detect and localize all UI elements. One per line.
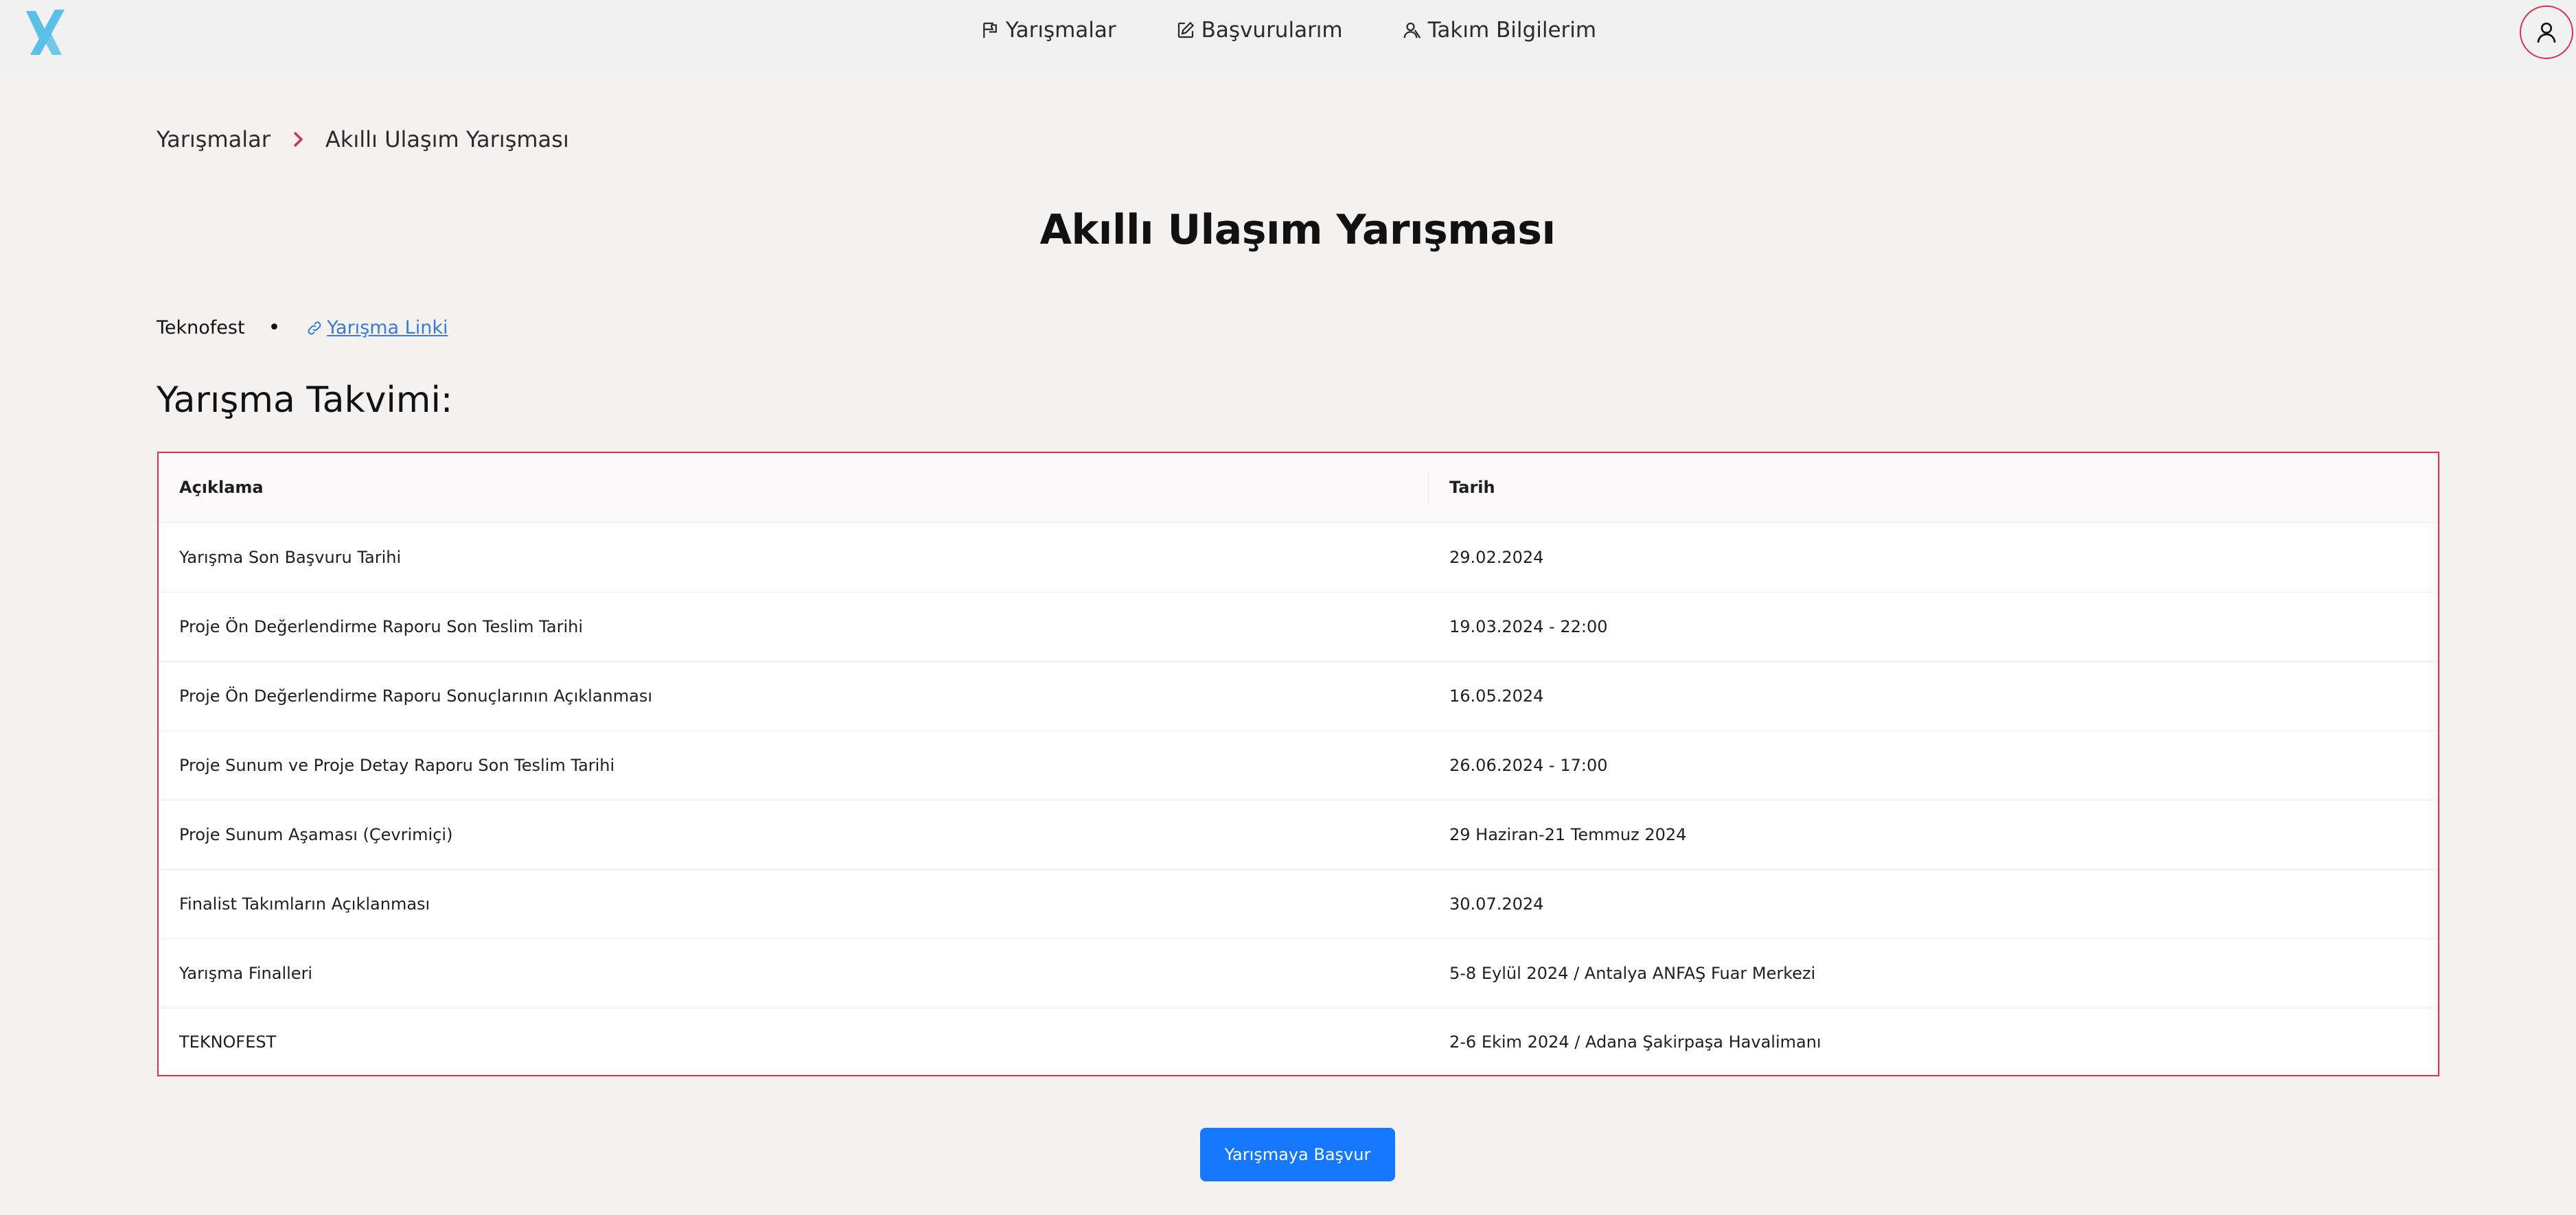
apply-button[interactable]: Yarışmaya Başvur [1200,1128,1395,1181]
schedule-heading: Yarışma Takvimi: [157,380,453,421]
row-date: 19.03.2024 - 22:00 [1429,592,2438,662]
competition-meta: Teknofest • Yarışma Linki [157,317,448,338]
row-description: Proje Ön Değerlendirme Raporu Sonuçların… [159,661,1429,731]
edit-icon [1177,21,1194,38]
breadcrumb-current: Akıllı Ulaşım Yarışması [325,126,569,152]
row-description: TEKNOFEST [179,1032,277,1052]
row-date: 29.02.2024 [1429,522,2438,592]
row-description: Yarışma Finalleri [159,938,1429,1008]
user-icon [2537,22,2556,43]
column-header-description: Açıklama [159,453,1429,523]
competition-link[interactable]: Yarışma Linki [306,317,448,338]
schedule-table: Açıklama Tarih Yarışma Son Başvuru Tarih… [157,452,2439,1076]
breadcrumb: Yarışmalar Akıllı Ulaşım Yarışması [157,126,569,152]
table-row: Proje Ön Değerlendirme Raporu Sonuçların… [159,661,2438,731]
table-row: Yarışma Son Başvuru Tarihi 29.02.2024 [159,522,2438,592]
main-nav: Yarışmalar Başvurularım Takım Bilgilerim [0,0,2576,60]
nav-label: Yarışmalar [1005,18,1116,43]
top-navbar: Yarışmalar Başvurularım Takım Bilgilerim [0,0,2576,71]
table-row: TEKNOFEST 2-6 Ekim 2024 / Adana Şakirpaş… [159,1008,2438,1076]
row-date: 16.05.2024 [1429,661,2438,731]
nav-item-team-info[interactable]: Takım Bilgilerim [1402,18,1596,43]
table-row: Proje Ön Değerlendirme Raporu Son Teslim… [159,592,2438,662]
nav-label: Takım Bilgilerim [1427,18,1597,43]
competition-link-label: Yarışma Linki [327,317,448,338]
team-icon [1403,22,1421,38]
user-avatar-button[interactable] [2520,5,2573,59]
table-row: Yarışma Finalleri 5-8 Eylül 2024 / Antal… [159,938,2438,1008]
table-row: Finalist Takımların Açıklanması 30.07.20… [159,869,2438,939]
nav-label: Başvurularım [1201,18,1343,43]
nav-item-competitions[interactable]: Yarışmalar [980,18,1116,43]
chevron-right-icon [290,130,306,148]
row-description: Proje Ön Değerlendirme Raporu Son Teslim… [159,592,1429,662]
row-date: 2-6 Ekim 2024 / Adana Şakirpaşa Havalima… [1449,1032,1821,1052]
separator-dot: • [268,315,281,340]
breadcrumb-competitions-link[interactable]: Yarışmalar [157,126,271,152]
table-row: Proje Sunum ve Proje Detay Raporu Son Te… [159,730,2438,800]
organization-label: Teknofest [157,317,245,338]
row-date: 29 Haziran-21 Temmuz 2024 [1429,800,2438,870]
row-description: Proje Sunum Aşaması (Çevrimiçi) [159,800,1429,870]
row-description: Yarışma Son Başvuru Tarihi [159,522,1429,592]
link-icon [308,321,321,334]
row-date: 5-8 Eylül 2024 / Antalya ANFAŞ Fuar Merk… [1429,938,2438,1008]
row-date: 30.07.2024 [1429,869,2438,939]
table-header-row: Açıklama Tarih [159,453,2438,523]
row-description: Proje Sunum ve Proje Detay Raporu Son Te… [159,730,1429,800]
nav-item-applications[interactable]: Başvurularım [1175,18,1343,43]
table-row: Proje Sunum Aşaması (Çevrimiçi) 29 Hazir… [159,800,2438,870]
column-header-date: Tarih [1429,453,2438,523]
page-title: Akıllı Ulaşım Yarışması [1039,206,1556,254]
flag-icon [983,22,997,38]
row-description: Finalist Takımların Açıklanması [159,869,1429,939]
row-date: 26.06.2024 - 17:00 [1429,730,2438,800]
